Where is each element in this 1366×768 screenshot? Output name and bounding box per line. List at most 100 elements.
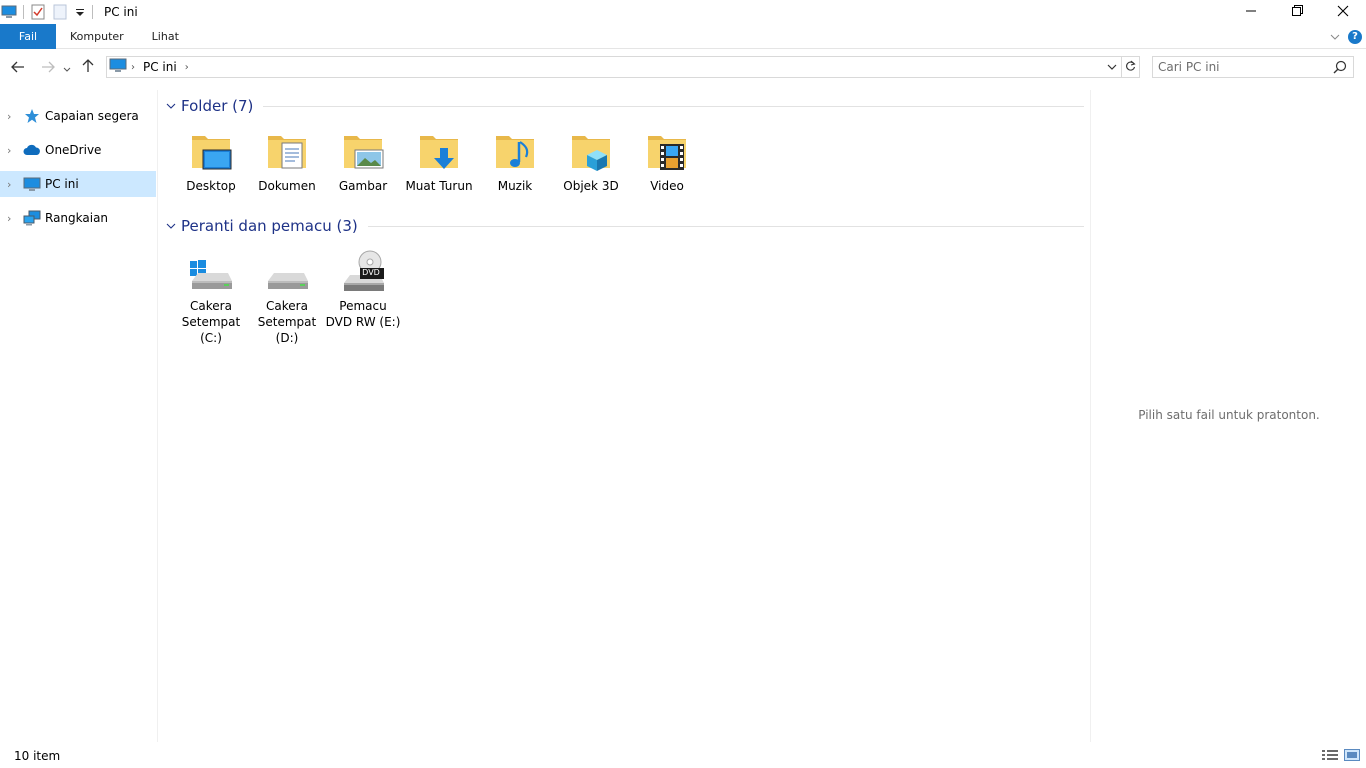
group-divider <box>263 105 1084 107</box>
group-header-devices[interactable]: Peranti dan pemacu (3) <box>166 215 1084 237</box>
arrow-up-icon <box>82 58 94 77</box>
sidebar-item-label: Capaian segera <box>45 109 139 123</box>
address-bar[interactable]: › PC ini › <box>106 56 1122 78</box>
refresh-button[interactable] <box>1122 56 1140 78</box>
downloads-folder-icon <box>415 128 463 176</box>
sidebar-item-pc-ini[interactable]: › PC ini <box>0 171 156 197</box>
sidebar-item-onedrive[interactable]: › OneDrive <box>0 137 156 163</box>
dvd-drive-icon: DVD <box>339 248 387 296</box>
dvd-badge: DVD <box>362 268 380 277</box>
folder-label: Muzik <box>497 179 533 193</box>
address-dropdown-button[interactable] <box>1105 59 1119 75</box>
sidebar-item-label: Rangkaian <box>45 211 109 225</box>
chevron-right-icon[interactable]: › <box>7 110 17 123</box>
windows-drive-icon <box>187 248 235 296</box>
chevron-right-icon[interactable]: › <box>7 144 17 157</box>
details-view-icon[interactable] <box>1322 748 1338 762</box>
videos-folder-icon <box>643 128 691 176</box>
quick-access-toolbar <box>0 0 98 24</box>
tab-lihat[interactable]: Lihat <box>138 24 193 49</box>
desktop-folder-icon <box>187 128 235 176</box>
folder-label: Desktop <box>186 179 236 193</box>
restore-button[interactable] <box>1274 0 1320 24</box>
folder-item-music[interactable]: Muzik <box>477 128 553 194</box>
folder-item-pictures[interactable]: Gambar <box>325 128 401 194</box>
drive-icon <box>263 248 311 296</box>
sidebar-item-label: OneDrive <box>45 143 102 157</box>
breadcrumb-separator-icon[interactable]: › <box>185 62 189 73</box>
drive-item-c[interactable]: Cakera Setempat (C:) <box>173 248 249 346</box>
search-input[interactable] <box>1158 60 1328 74</box>
folder-item-3d-objects[interactable]: Objek 3D <box>553 128 629 194</box>
folder-item-desktop[interactable]: Desktop <box>173 128 249 194</box>
window-controls <box>1228 0 1366 24</box>
sidebar-item-quick-access[interactable]: › Capaian segera <box>0 103 156 129</box>
expand-ribbon-icon[interactable] <box>1330 30 1340 44</box>
search-box[interactable] <box>1152 56 1354 78</box>
drive-label: Pemacu DVD RW (E:) <box>325 299 401 329</box>
minimize-icon <box>1246 5 1256 19</box>
close-icon <box>1337 5 1349 20</box>
window-title: PC ini <box>104 5 138 19</box>
folder-label: Muat Turun <box>405 179 473 193</box>
customize-qa-icon[interactable] <box>73 3 87 21</box>
computer-icon[interactable] <box>0 3 18 21</box>
navigation-pane: › Capaian segera › OneDrive › PC ini › R… <box>0 90 158 742</box>
folder-label: Video <box>650 179 684 193</box>
sidebar-item-label: PC ini <box>45 177 79 191</box>
file-list: Folder (7) Desktop Dokumen Gambar Muat T… <box>160 90 1088 742</box>
folder-item-downloads[interactable]: Muat Turun <box>401 128 477 194</box>
folder-label: Objek 3D <box>563 179 619 193</box>
back-button[interactable] <box>6 55 30 79</box>
search-icon[interactable] <box>1333 60 1347 77</box>
music-folder-icon <box>491 128 539 176</box>
onedrive-cloud-icon <box>23 141 41 159</box>
close-button[interactable] <box>1320 0 1366 24</box>
refresh-icon <box>1125 60 1136 75</box>
ribbon-right-controls: ? <box>1330 24 1362 49</box>
pictures-folder-icon <box>339 128 387 176</box>
drive-item-d[interactable]: Cakera Setempat (D:) <box>249 248 325 346</box>
sidebar-item-network[interactable]: › Rangkaian <box>0 205 156 231</box>
breadcrumb-pc-ini[interactable]: PC ini <box>143 60 177 74</box>
breadcrumb: › PC ini › <box>109 57 193 77</box>
folder-item-videos[interactable]: Video <box>629 128 705 194</box>
folder-item-documents[interactable]: Dokumen <box>249 128 325 194</box>
chevron-down-icon[interactable] <box>166 100 178 113</box>
item-count: 10 item <box>14 749 61 763</box>
group-title: Peranti dan pemacu (3) <box>181 217 358 235</box>
drive-item-e[interactable]: DVD Pemacu DVD RW (E:) <box>325 248 401 330</box>
title-bar: PC ini <box>0 0 1366 24</box>
group-divider <box>367 225 1084 227</box>
chevron-right-icon[interactable]: › <box>7 212 17 225</box>
status-bar: 10 item <box>0 744 1366 768</box>
drive-label: Cakera Setempat (D:) <box>257 299 317 345</box>
computer-icon <box>109 58 127 76</box>
star-icon <box>23 107 41 125</box>
up-button[interactable] <box>76 55 100 79</box>
breadcrumb-separator-icon[interactable]: › <box>131 62 135 73</box>
drive-label: Cakera Setempat (C:) <box>181 299 241 345</box>
folder-label: Gambar <box>338 179 388 193</box>
minimize-button[interactable] <box>1228 0 1274 24</box>
large-icons-view-icon[interactable] <box>1344 748 1360 762</box>
tab-fail[interactable]: Fail <box>0 23 56 49</box>
forward-button[interactable] <box>36 55 60 79</box>
computer-icon <box>23 175 41 193</box>
network-icon <box>23 209 41 227</box>
navigation-bar: › PC ini › <box>0 52 1366 82</box>
toolbar-separator <box>23 5 24 19</box>
group-header-folders[interactable]: Folder (7) <box>166 95 1084 117</box>
properties-icon[interactable] <box>29 3 47 21</box>
recent-locations-button[interactable] <box>60 55 74 79</box>
chevron-down-icon[interactable] <box>166 220 178 233</box>
view-switcher <box>1322 748 1360 762</box>
preview-message: Pilih satu fail untuk pratonton. <box>1138 408 1320 422</box>
chevron-right-icon[interactable]: › <box>7 178 17 191</box>
help-icon[interactable]: ? <box>1348 29 1362 44</box>
chevron-down-icon <box>63 58 71 77</box>
tab-komputer[interactable]: Komputer <box>56 24 138 49</box>
new-folder-icon[interactable] <box>51 3 69 21</box>
documents-folder-icon <box>263 128 311 176</box>
3d-objects-folder-icon <box>567 128 615 176</box>
